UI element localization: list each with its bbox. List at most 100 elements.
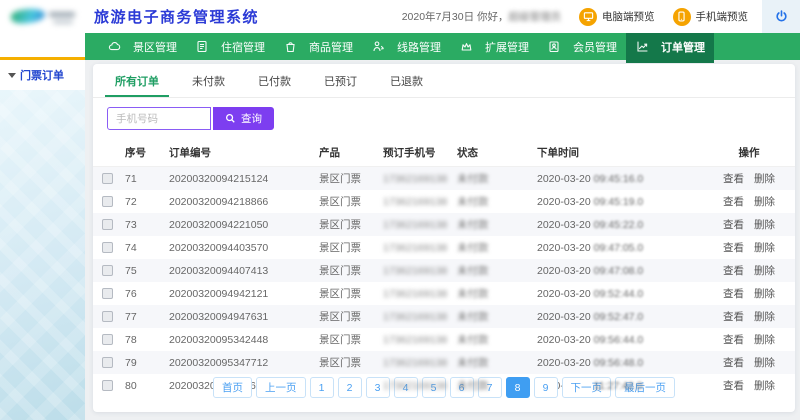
seq-cell: 73: [119, 213, 163, 236]
page-button-2[interactable]: 2: [338, 377, 362, 398]
nav-item-goods[interactable]: 商品管理: [274, 33, 362, 60]
order-time-cell: 2020-03-20 09:47:05.0: [531, 236, 703, 259]
sidebar-background-pattern: [0, 90, 85, 420]
nav-item-members[interactable]: 会员管理: [538, 33, 626, 60]
actions-cell: 查看删除: [703, 305, 795, 328]
table-row: 77 20200320094947631 景区门票 17362169138 未付…: [93, 305, 795, 328]
row-checkbox[interactable]: [102, 311, 113, 322]
actions-cell: 查看删除: [703, 259, 795, 282]
row-checkbox[interactable]: [102, 242, 113, 253]
delete-link[interactable]: 删除: [754, 173, 775, 185]
pc-preview-button[interactable]: 电脑端预览: [579, 8, 655, 26]
pc-preview-label: 电脑端预览: [602, 9, 655, 24]
tab-paid[interactable]: 已付款: [248, 64, 301, 97]
page-button-1[interactable]: 1: [310, 377, 334, 398]
row-checkbox[interactable]: [102, 196, 113, 207]
row-checkbox[interactable]: [102, 288, 113, 299]
document-icon: [195, 40, 209, 54]
nav-item-routes[interactable]: 线路管理: [362, 33, 450, 60]
actions-cell: 查看删除: [703, 236, 795, 259]
nav-label: 住宿管理: [221, 39, 265, 55]
power-icon: [774, 9, 789, 24]
row-checkbox[interactable]: [102, 173, 113, 184]
delete-link[interactable]: 删除: [754, 242, 775, 254]
mobile-preview-button[interactable]: 手机端预览: [673, 8, 749, 26]
nav-label: 线路管理: [397, 39, 441, 55]
table-row: 73 20200320094221050 景区门票 17362169138 未付…: [93, 213, 795, 236]
sidebar-item-ticket-orders[interactable]: 门票订单: [0, 60, 85, 90]
product-cell: 景区门票: [313, 213, 377, 236]
top-header: 旅游电子商务管理系统 2020年7月30日 你好， 超级管理员 电脑端预览: [0, 0, 800, 33]
col-actions: 操作: [703, 138, 795, 167]
tab-all-orders[interactable]: 所有订单: [105, 64, 169, 97]
greeting-text: 2020年7月30日 你好，: [402, 9, 509, 24]
shopping-bag-icon: [283, 40, 297, 54]
tab-unpaid[interactable]: 未付款: [182, 64, 235, 97]
status-cell: 未付款: [451, 190, 531, 213]
view-link[interactable]: 查看: [723, 173, 744, 185]
delete-link[interactable]: 删除: [754, 265, 775, 277]
view-link[interactable]: 查看: [723, 196, 744, 208]
member-badge-icon: [547, 40, 561, 54]
view-link[interactable]: 查看: [723, 334, 744, 346]
nav-label: 会员管理: [573, 39, 617, 55]
order-no-cell: 20200320094221050: [163, 213, 313, 236]
mobile-preview-label: 手机端预览: [696, 9, 749, 24]
phone-cell: 17362169138: [377, 259, 451, 282]
row-checkbox-cell: [93, 236, 119, 259]
search-bar: 查询: [93, 98, 795, 138]
view-link[interactable]: 查看: [723, 265, 744, 277]
phone-icon: [673, 8, 691, 26]
table-row: 74 20200320094403570 景区门票 17362169138 未付…: [93, 236, 795, 259]
search-icon: [225, 113, 236, 124]
col-status: 状态: [451, 138, 531, 167]
tab-reserved[interactable]: 已预订: [314, 64, 367, 97]
phone-search-input[interactable]: [107, 107, 211, 130]
col-seq: 序号: [119, 138, 163, 167]
order-no-cell: 20200320095342448: [163, 328, 313, 351]
view-link[interactable]: 查看: [723, 219, 744, 231]
nav-item-lodging[interactable]: 住宿管理: [186, 33, 274, 60]
delete-link[interactable]: 删除: [754, 311, 775, 323]
nav-item-orders[interactable]: 订单管理: [626, 30, 714, 63]
order-time-cell: 2020-03-20 09:45:16.0: [531, 167, 703, 191]
orders-tbody: 71 20200320094215124 景区门票 17362169138 未付…: [93, 167, 795, 398]
row-checkbox[interactable]: [102, 219, 113, 230]
row-checkbox[interactable]: [102, 334, 113, 345]
chevron-down-icon: [8, 73, 16, 78]
row-checkbox-cell: [93, 259, 119, 282]
table-row: 71 20200320094215124 景区门票 17362169138 未付…: [93, 167, 795, 191]
col-product: 产品: [313, 138, 377, 167]
nav-item-scenic[interactable]: 景区管理: [98, 33, 186, 60]
view-link[interactable]: 查看: [723, 242, 744, 254]
seq-cell: 72: [119, 190, 163, 213]
row-checkbox[interactable]: [102, 265, 113, 276]
logo-image: [9, 6, 79, 28]
delete-link[interactable]: 删除: [754, 288, 775, 300]
delete-link[interactable]: 删除: [754, 196, 775, 208]
search-button[interactable]: 查询: [213, 107, 274, 130]
actions-cell: 查看删除: [703, 190, 795, 213]
product-cell: 景区门票: [313, 236, 377, 259]
first-page-button[interactable]: 首页: [213, 377, 252, 398]
page-button-8-active[interactable]: 8: [506, 377, 530, 398]
tab-refunded[interactable]: 已退款: [380, 64, 433, 97]
orders-card: 所有订单 未付款 已付款 已预订 已退款 查询: [93, 64, 795, 412]
phone-cell: 17362169138: [377, 282, 451, 305]
nav-item-extensions[interactable]: 扩展管理: [450, 33, 538, 60]
order-no-cell: 20200320094215124: [163, 167, 313, 191]
view-link[interactable]: 查看: [723, 288, 744, 300]
view-link[interactable]: 查看: [723, 311, 744, 323]
status-cell: 未付款: [451, 259, 531, 282]
order-time-cell: 2020-03-20 09:56:44.0: [531, 328, 703, 351]
delete-link[interactable]: 删除: [754, 334, 775, 346]
delete-link[interactable]: 删除: [754, 219, 775, 231]
prev-page-button[interactable]: 上一页: [256, 377, 306, 398]
order-time-cell: 2020-03-20 09:45:19.0: [531, 190, 703, 213]
row-checkbox-cell: [93, 213, 119, 236]
order-tabs: 所有订单 未付款 已付款 已预订 已退款: [93, 64, 795, 98]
page-button-9[interactable]: 9: [534, 377, 558, 398]
product-cell: 景区门票: [313, 305, 377, 328]
order-no-cell: 20200320094403570: [163, 236, 313, 259]
logout-button[interactable]: [762, 0, 800, 33]
